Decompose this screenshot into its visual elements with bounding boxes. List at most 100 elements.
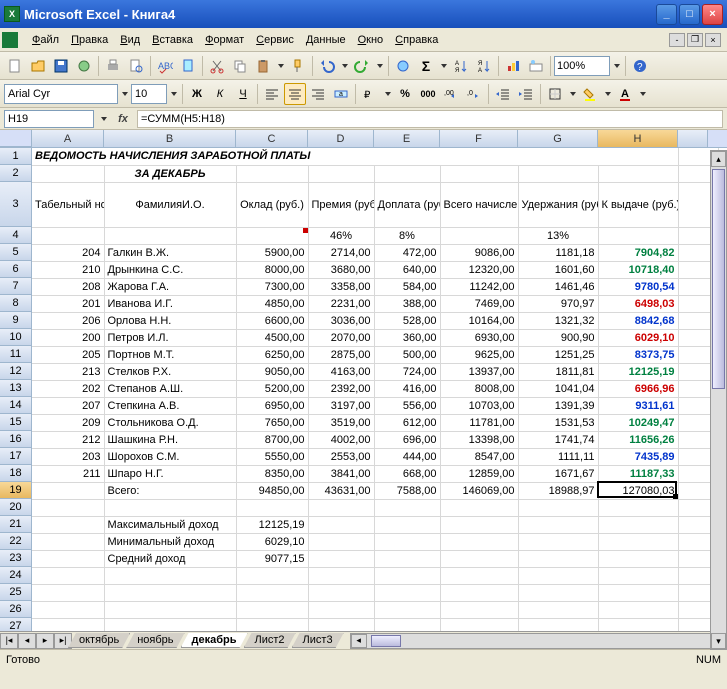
fill-color-icon[interactable] [579, 83, 601, 105]
chart-icon[interactable] [502, 55, 524, 77]
cell-f-12[interactable]: 8547,00 [440, 448, 518, 465]
cell-n-0[interactable]: 204 [32, 244, 104, 261]
stat-val-2[interactable]: 9077,15 [236, 550, 308, 567]
header-3[interactable]: Премия (руб.) [308, 182, 374, 227]
bold-icon[interactable]: Ж [186, 83, 208, 105]
header-4[interactable]: Доплата (руб.) [374, 182, 440, 227]
col-head-E[interactable]: E [374, 130, 440, 147]
decrease-decimal-icon[interactable]: ,0 [463, 83, 485, 105]
cell-c-6[interactable]: 6250,00 [236, 346, 308, 363]
cell-c-9[interactable]: 6950,00 [236, 397, 308, 414]
row-head-23[interactable]: 23 [0, 550, 32, 567]
cell-name-1[interactable]: Дрынкина С.С. [104, 261, 236, 278]
col-head-H[interactable]: H [598, 130, 678, 147]
cell-e-6[interactable]: 500,00 [374, 346, 440, 363]
cell-g-11[interactable]: 1741,74 [518, 431, 598, 448]
cell-h-0[interactable]: 7904,82 [598, 244, 678, 261]
horizontal-scrollbar[interactable]: ◂▸ [350, 633, 727, 649]
cell-d-3[interactable]: 2231,00 [308, 295, 374, 312]
col-head-C[interactable]: C [236, 130, 308, 147]
row-head-25[interactable]: 25 [0, 584, 32, 601]
row-head-6[interactable]: 6 [0, 261, 32, 278]
totals-f[interactable]: 146069,00 [440, 482, 518, 499]
zoom-input[interactable]: 100% [554, 56, 610, 76]
cell-d-10[interactable]: 3519,00 [308, 414, 374, 431]
cell-d-13[interactable]: 3841,00 [308, 465, 374, 482]
totals-d[interactable]: 43631,00 [308, 482, 374, 499]
help-icon[interactable]: ? [629, 55, 651, 77]
cell-g-10[interactable]: 1531,53 [518, 414, 598, 431]
cell-h-1[interactable]: 10718,40 [598, 261, 678, 278]
cell-c-5[interactable]: 4500,00 [236, 329, 308, 346]
print-icon[interactable] [102, 55, 124, 77]
decrease-indent-icon[interactable] [492, 83, 514, 105]
cell-g-0[interactable]: 1181,18 [518, 244, 598, 261]
formula-input[interactable]: =СУММ(H5:H18) [137, 110, 723, 128]
sheet-tab-декабрь[interactable]: декабрь [181, 633, 248, 648]
preview-icon[interactable] [125, 55, 147, 77]
pct-e[interactable]: 8% [374, 227, 440, 244]
menu-Сервис[interactable]: Сервис [250, 31, 300, 49]
cell-name-5[interactable]: Петров И.Л. [104, 329, 236, 346]
borders-dropdown[interactable] [567, 83, 578, 105]
menu-Справка[interactable]: Справка [389, 31, 444, 49]
pct-g[interactable]: 13% [518, 227, 598, 244]
cell-g-5[interactable]: 900,90 [518, 329, 598, 346]
cell-h-3[interactable]: 6498,03 [598, 295, 678, 312]
increase-decimal-icon[interactable]: ,00 [440, 83, 462, 105]
totals-c[interactable]: 94850,00 [236, 482, 308, 499]
align-center-icon[interactable] [284, 83, 306, 105]
cell-d-9[interactable]: 3197,00 [308, 397, 374, 414]
cell-f-9[interactable]: 10703,00 [440, 397, 518, 414]
cell-c-2[interactable]: 7300,00 [236, 278, 308, 295]
sort-asc-icon[interactable]: АЯ [450, 55, 472, 77]
mdi-close[interactable]: × [705, 33, 721, 47]
row-head-8[interactable]: 8 [0, 295, 32, 312]
row-head-10[interactable]: 10 [0, 329, 32, 346]
subtitle-cell[interactable]: ЗА ДЕКАБРЬ [104, 165, 236, 182]
hyperlink-icon[interactable] [392, 55, 414, 77]
cell-h-7[interactable]: 12125,19 [598, 363, 678, 380]
row-head-9[interactable]: 9 [0, 312, 32, 329]
cell-n-2[interactable]: 208 [32, 278, 104, 295]
tab-nav-prev[interactable]: ◂ [18, 633, 36, 649]
header-0[interactable]: Табельный номер [32, 182, 104, 227]
cell-g-4[interactable]: 1321,32 [518, 312, 598, 329]
stat-label-1[interactable]: Минимальный доход [104, 533, 236, 550]
row-head-5[interactable]: 5 [0, 244, 32, 261]
currency-icon[interactable]: ₽ [359, 83, 381, 105]
cell-f-7[interactable]: 13937,00 [440, 363, 518, 380]
pct-d[interactable]: 46% [308, 227, 374, 244]
italic-icon[interactable]: К [209, 83, 231, 105]
cell-name-9[interactable]: Степкина А.В. [104, 397, 236, 414]
col-head-F[interactable]: F [440, 130, 518, 147]
cell-f-13[interactable]: 12859,00 [440, 465, 518, 482]
cell-name-4[interactable]: Орлова Н.Н. [104, 312, 236, 329]
row-head-22[interactable]: 22 [0, 533, 32, 550]
paste-icon[interactable] [252, 55, 274, 77]
cell-h-9[interactable]: 9311,61 [598, 397, 678, 414]
cell-e-4[interactable]: 528,00 [374, 312, 440, 329]
currency-dropdown[interactable] [382, 83, 393, 105]
cell-h-10[interactable]: 10249,47 [598, 414, 678, 431]
cell-name-12[interactable]: Шорохов С.М. [104, 448, 236, 465]
col-head-A[interactable]: A [32, 130, 104, 147]
cell-c-10[interactable]: 7650,00 [236, 414, 308, 431]
cell-d-11[interactable]: 4002,00 [308, 431, 374, 448]
cell-name-10[interactable]: Стольникова О.Д. [104, 414, 236, 431]
cell-d-1[interactable]: 3680,00 [308, 261, 374, 278]
cell-e-3[interactable]: 388,00 [374, 295, 440, 312]
menu-Формат[interactable]: Формат [199, 31, 250, 49]
font-selector[interactable]: Arial Cyr [4, 84, 118, 104]
row-head-15[interactable]: 15 [0, 414, 32, 431]
cell-h-6[interactable]: 8373,75 [598, 346, 678, 363]
cell-h-8[interactable]: 6966,96 [598, 380, 678, 397]
col-head-D[interactable]: D [308, 130, 374, 147]
save-icon[interactable] [50, 55, 72, 77]
namebox-dropdown[interactable] [98, 108, 109, 130]
totals-g[interactable]: 18988,97 [518, 482, 598, 499]
row-head-24[interactable]: 24 [0, 567, 32, 584]
vertical-scrollbar[interactable]: ▴▾ [710, 150, 727, 650]
cell-d-7[interactable]: 4163,00 [308, 363, 374, 380]
cell-d-2[interactable]: 3358,00 [308, 278, 374, 295]
